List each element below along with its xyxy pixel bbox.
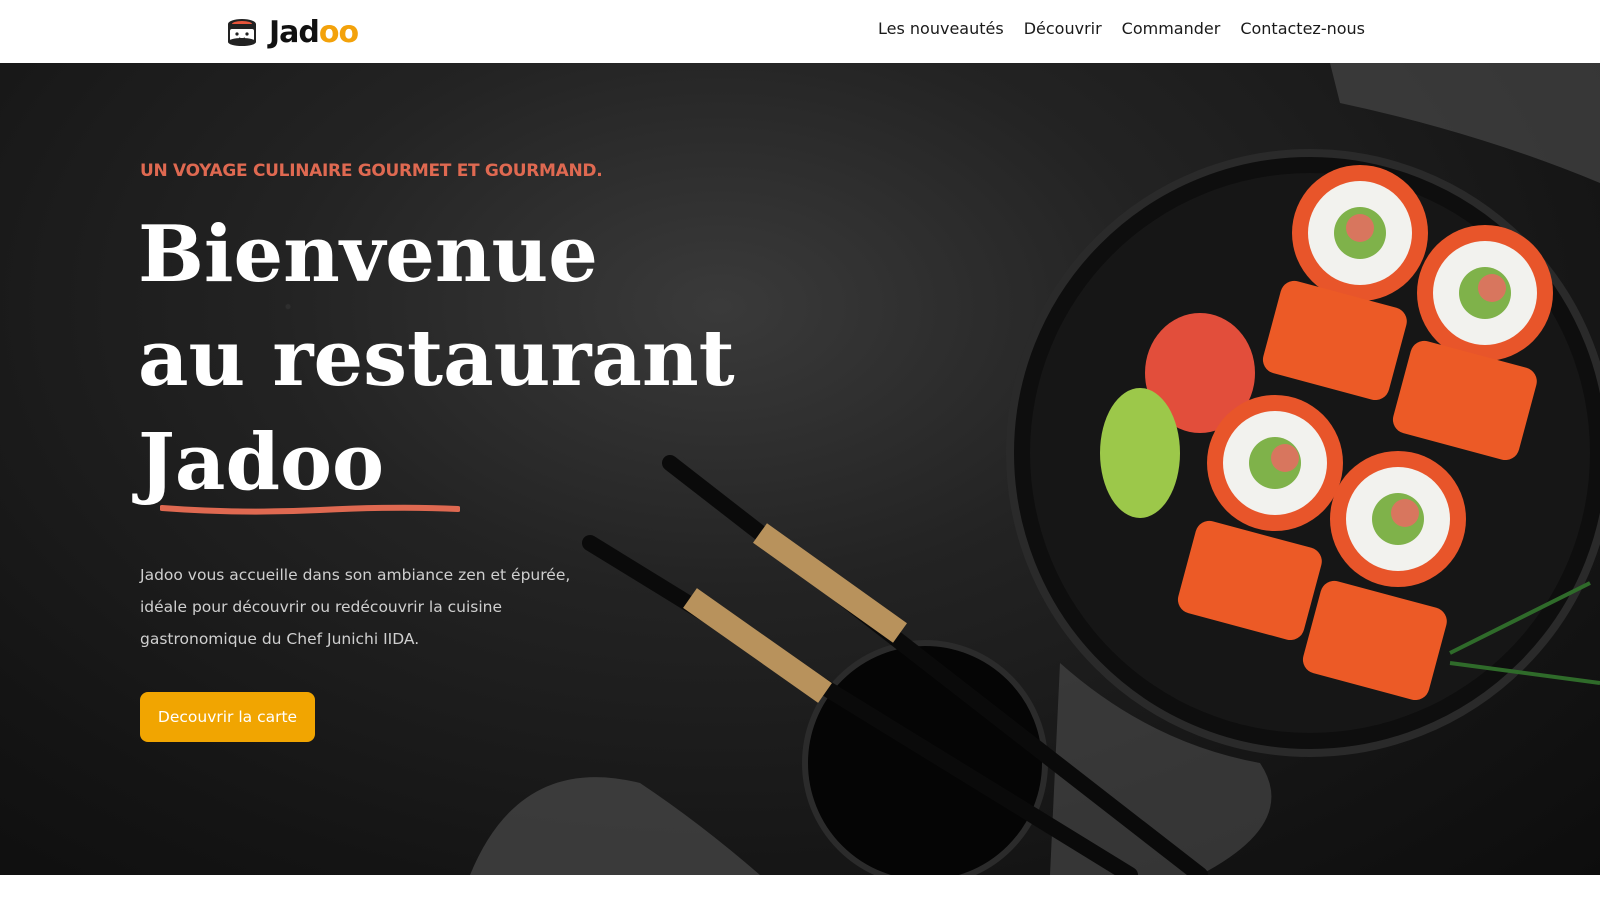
discover-menu-button[interactable]: Decouvrir la carte [140,692,315,742]
hero-section: UN VOYAGE CULINAIRE GOURMET ET GOURMAND.… [0,63,1600,875]
hero-title: Bienvenue au restaurant Jadoo [138,203,778,515]
main-nav: Les nouveautés Découvrir Commander Conta… [878,19,1365,38]
page-bottom-strip [0,875,1600,900]
sushi-logo-icon [228,19,256,46]
brand-name: Jadoo [269,14,359,50]
brush-underline [160,504,460,515]
site-header: Jadoo Les nouveautés Découvrir Commander… [0,0,1600,63]
nav-link-decouvrir[interactable]: Découvrir [1024,19,1102,38]
nav-link-contact[interactable]: Contactez-nous [1240,19,1365,38]
nav-link-commander[interactable]: Commander [1122,19,1221,38]
hero-title-line-2: au restaurant [138,313,735,404]
hero-description: Jadoo vous accueille dans son ambiance z… [140,566,571,648]
hero-eyebrow: UN VOYAGE CULINAIRE GOURMET ET GOURMAND. [140,161,603,181]
nav-link-nouveautes[interactable]: Les nouveautés [878,19,1004,38]
brand-logo[interactable]: Jadoo [225,12,359,52]
hero-title-line-1: Bienvenue [138,209,598,300]
